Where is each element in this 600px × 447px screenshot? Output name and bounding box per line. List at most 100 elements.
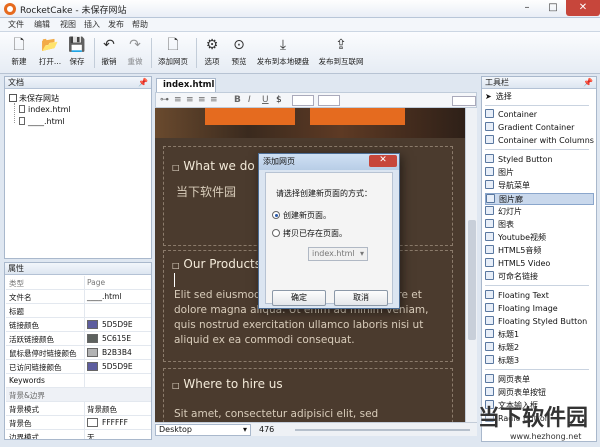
tool-heading-2[interactable]: 标题2	[485, 342, 594, 354]
ok-button[interactable]: 确定	[272, 290, 326, 306]
toolbox-panel-title: 工具栏	[485, 78, 509, 87]
menu-help[interactable]: 帮助	[132, 19, 148, 31]
tool-styled-button[interactable]: Styled Button	[485, 154, 594, 166]
publish-web-button[interactable]: ⇪ 发布到互联网	[316, 34, 366, 72]
link-icon[interactable]: ⊶	[160, 95, 169, 105]
option-create-new[interactable]: 创建新页面。	[272, 210, 331, 221]
tool-container[interactable]: Container	[485, 109, 594, 121]
property-row-background-color[interactable]: 背景色 FFFFFF	[6, 416, 151, 430]
device-select[interactable]: Desktop ▾	[155, 424, 251, 436]
tool-youtube-video[interactable]: Youtube视频	[485, 232, 594, 244]
font-select[interactable]	[318, 95, 340, 106]
align-right-icon[interactable]: ≡	[198, 95, 206, 105]
tool-html5-video[interactable]: HTML5 Video	[485, 258, 594, 270]
minimize-button[interactable]: –	[514, 0, 540, 16]
redo-button[interactable]: ↷ 重做	[124, 34, 146, 72]
tool-web-form[interactable]: 网页表单	[485, 374, 594, 386]
tree-item-index[interactable]: index.html	[19, 105, 71, 114]
section-where-to-hire[interactable]: □ Where to hire us Sit amet, consectetur…	[163, 368, 453, 422]
tool-named-link[interactable]: 可命名链接	[485, 271, 594, 283]
color-swatch[interactable]	[87, 348, 98, 357]
toolbox-separator	[485, 105, 589, 106]
property-row-filename[interactable]: 文件名 ____.html	[6, 290, 151, 304]
justify-icon[interactable]: ≡	[210, 95, 218, 105]
tree-item-page2[interactable]: ____.html	[19, 117, 65, 126]
add-page-button[interactable]: 🗋 添加网页	[155, 34, 191, 72]
heading-icon	[485, 329, 494, 338]
menu-edit[interactable]: 编辑	[34, 19, 50, 31]
color-swatch[interactable]	[87, 418, 98, 427]
tool-image[interactable]: 图片	[485, 167, 594, 179]
cancel-button[interactable]: 取消	[334, 290, 388, 306]
toolbox-panel-header: 工具栏 📌	[482, 77, 596, 89]
pin-icon[interactable]: 📌	[583, 77, 593, 88]
property-row-active-link-color[interactable]: 活跃链接颜色 5C615E	[6, 332, 151, 346]
property-row-keywords[interactable]: Keywords	[6, 374, 151, 388]
menu-publish[interactable]: 发布	[108, 19, 124, 31]
tool-form-button[interactable]: 网页表单按钮	[485, 387, 594, 399]
maximize-button[interactable]: □	[540, 0, 566, 16]
property-section-background[interactable]: 背景&边界	[6, 388, 151, 402]
tool-heading-1[interactable]: 标题1	[485, 329, 594, 341]
property-row-visited-link-color[interactable]: 已访问链接颜色 5D5D9E	[6, 360, 151, 374]
open-button[interactable]: 📂 打开...	[36, 34, 64, 72]
option-copy-existing[interactable]: 拷贝已存在页面。	[272, 228, 347, 239]
pin-icon[interactable]: 📌	[138, 77, 148, 88]
canvas-scrollbar[interactable]	[465, 108, 477, 422]
menu-view[interactable]: 视图	[60, 19, 76, 31]
new-button[interactable]: 🗋 新建	[8, 34, 30, 72]
italic-button[interactable]: I	[248, 95, 251, 105]
dialog-close-button[interactable]: ✕	[369, 155, 397, 167]
undo-button[interactable]: ↶ 撤销	[98, 34, 120, 72]
scrollbar-thumb[interactable]	[468, 220, 476, 340]
width-slider[interactable]	[295, 429, 470, 431]
tool-select[interactable]: ➤ 选择	[485, 91, 594, 103]
property-row-background-mode[interactable]: 背景模式 背景颜色	[6, 402, 151, 416]
property-row-title[interactable]: 标题	[6, 304, 151, 318]
tool-image-gallery[interactable]: 图片廊	[485, 193, 594, 205]
save-button[interactable]: 💾 保存	[66, 34, 88, 72]
bold-button[interactable]: B	[234, 95, 241, 105]
device-bar: Desktop ▾ 476	[155, 422, 477, 436]
publish-local-button[interactable]: ⤓ 发布到本地硬盘	[254, 34, 312, 72]
new-document-icon: 🗋	[13, 37, 25, 53]
options-button[interactable]: ⚙ 选项	[200, 34, 224, 72]
copy-page-select[interactable]: index.html ▾	[308, 247, 368, 261]
color-swatch[interactable]	[87, 320, 98, 329]
tool-nav-menu[interactable]: 导航菜单	[485, 180, 594, 192]
tool-floating-text[interactable]: Floating Text	[485, 290, 594, 302]
menu-file[interactable]: 文件	[8, 19, 24, 31]
tool-floating-styled-button[interactable]: Floating Styled Button	[485, 316, 594, 328]
close-window-button[interactable]: ✕	[566, 0, 600, 16]
tool-floating-image[interactable]: Floating Image	[485, 303, 594, 315]
underline-button[interactable]: U	[262, 95, 269, 105]
tool-html5-audio[interactable]: HTML5音频	[485, 245, 594, 257]
add-page-dialog: 添加网页 ✕ 请选择创建新页面的方式： 创建新页面。 拷贝已存在页面。 inde…	[258, 153, 400, 309]
tool-slideshow[interactable]: 幻灯片	[485, 206, 594, 218]
color-swatch[interactable]	[87, 334, 98, 343]
tool-heading-3[interactable]: 标题3	[485, 355, 594, 367]
align-center-icon[interactable]: ≡	[186, 95, 194, 105]
tool-container-columns[interactable]: Container with Columns	[485, 135, 594, 147]
color-swatch[interactable]	[87, 362, 98, 371]
font-size-select[interactable]	[292, 95, 314, 106]
property-row-hover-link-color[interactable]: 鼠标悬停时链接颜色 B2B3B4	[6, 346, 151, 360]
text-format-toolbar: ⊶ ≡ ≡ ≡ ≡ B I U $	[155, 92, 477, 108]
tab-index-html[interactable]: index.html	[156, 78, 216, 92]
tree-item-site[interactable]: 未保存网站	[9, 93, 59, 104]
tool-chart[interactable]: 图表	[485, 219, 594, 231]
format-dropdown[interactable]	[452, 96, 476, 106]
preview-button[interactable]: ⊙ 预览	[227, 34, 251, 72]
floating-image-icon	[485, 303, 494, 312]
floating-text-icon	[485, 290, 494, 299]
hero-button-right[interactable]	[310, 108, 405, 125]
property-row-link-color[interactable]: 链接颜色 5D5D9E	[6, 318, 151, 332]
hero-button-left[interactable]	[205, 108, 295, 125]
align-left-icon[interactable]: ≡	[174, 95, 182, 105]
insert-variable-button[interactable]: $	[276, 95, 282, 105]
property-row-type[interactable]: 类型 Page	[6, 276, 151, 290]
menu-insert[interactable]: 插入	[84, 19, 100, 31]
toolbox-separator	[485, 285, 589, 286]
property-row-border-mode[interactable]: 边界模式无	[6, 430, 151, 439]
tool-gradient-container[interactable]: Gradient Container	[485, 122, 594, 134]
